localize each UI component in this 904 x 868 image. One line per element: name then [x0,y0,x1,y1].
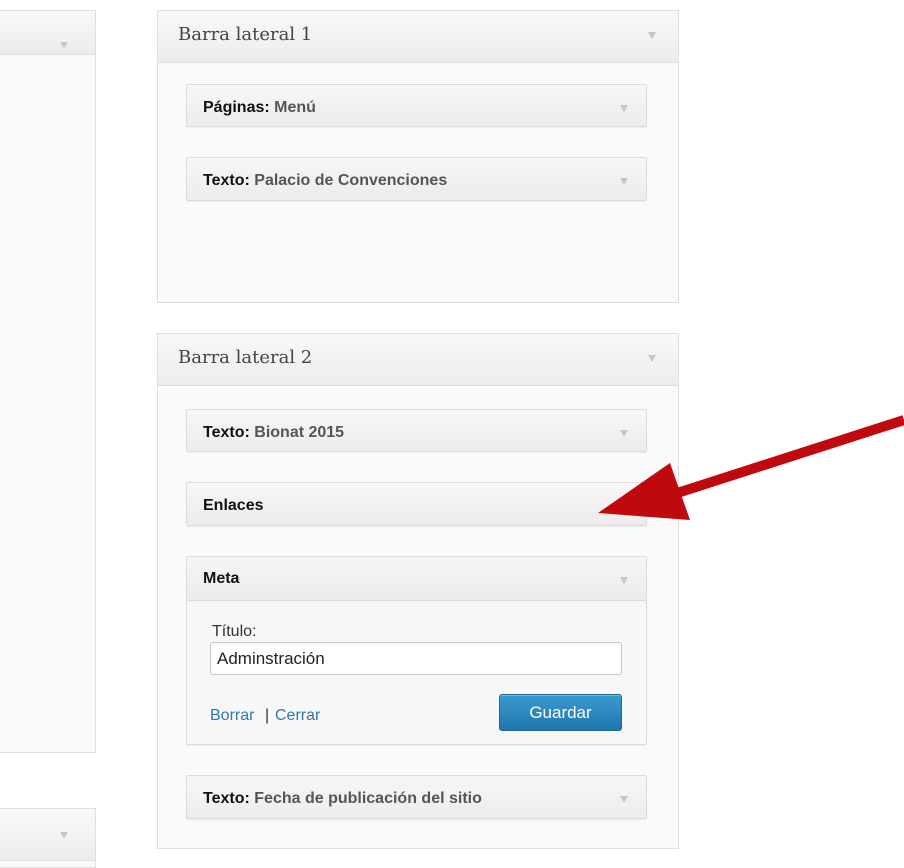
red-arrow-icon [598,415,904,520]
